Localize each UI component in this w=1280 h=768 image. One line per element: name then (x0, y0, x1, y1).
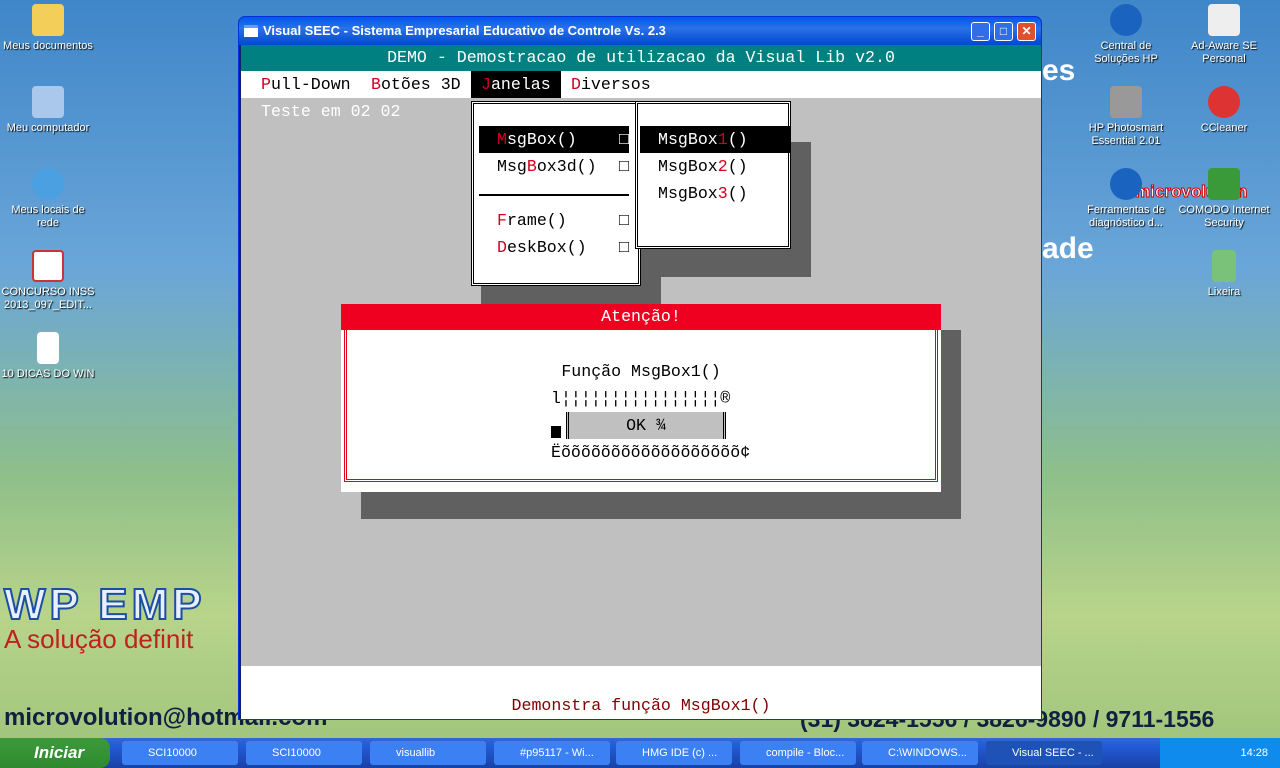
menu-item-msgbox[interactable]: MsgBox() □ (479, 126, 629, 153)
icon-label: 10 DICAS DO WIN (1, 368, 95, 380)
header-banner: DEMO - Demostracao de utilizacao da Visu… (241, 45, 1041, 71)
menu-item-deskbox[interactable]: DeskBox() □ (479, 234, 629, 261)
button-deco: ¾ (655, 416, 666, 435)
taskbar-item[interactable]: visuallib (370, 741, 486, 765)
wallpaper-text: A solução definit (4, 624, 194, 654)
desktop-icon-recycle-bin[interactable]: Lixeira (1176, 250, 1272, 299)
ok-label: OK (626, 416, 646, 435)
desktop-icon-photosmart[interactable]: HP Photosmart Essential 2.01 (1078, 86, 1174, 148)
msgbox-submenu: MsgBox1() MsgBox2() MsgBox3() (635, 101, 791, 249)
close-button[interactable]: ✕ (1017, 22, 1036, 41)
folder-icon (32, 4, 64, 36)
desktop-icon-hp-diagnostics[interactable]: Ferramentas de diagnóstico d... (1078, 168, 1174, 230)
menu-separator (479, 194, 629, 196)
desktop-icon-ccleaner[interactable]: CCleaner (1176, 86, 1272, 135)
icon-label: CCleaner (1200, 122, 1248, 134)
icon-label: Ad-Aware SE Personal (1191, 40, 1257, 65)
icon-label: Lixeira (1207, 286, 1241, 298)
taskbar-item[interactable]: SCI10000 (122, 741, 238, 765)
title-bar[interactable]: Visual SEEC - Sistema Empresarial Educat… (239, 17, 1041, 45)
subtitle: Teste em 02 02 (261, 102, 401, 121)
icon-label: Ferramentas de diagnóstico d... (1087, 204, 1165, 229)
menu-pull-down[interactable]: Pull-Down (261, 71, 351, 98)
taskbar: Iniciar SCI10000 SCI10000 visuallib #p95… (0, 738, 1280, 768)
ccleaner-icon (1208, 86, 1240, 118)
clock: 14:28 (1240, 747, 1268, 759)
menu-botoes-3d[interactable]: Botões 3D (371, 71, 461, 98)
button-top-border: l¦¦¦¦¦¦¦¦¦¦¦¦¦¦¦¦® (551, 389, 731, 408)
shield-icon (1208, 168, 1240, 200)
wallpaper-text: WP EMP (3, 579, 206, 630)
icon-label: HP Photosmart Essential 2.01 (1088, 122, 1164, 147)
menu-item-msgbox2[interactable]: MsgBox2() (640, 153, 790, 180)
ok-button[interactable]: OK ¾ (566, 412, 726, 439)
network-icon (32, 168, 64, 200)
app-window: Visual SEEC - Sistema Empresarial Educat… (238, 16, 1042, 720)
hp-icon (1110, 168, 1142, 200)
system-tray: 14:28 (1160, 738, 1280, 768)
start-button[interactable]: Iniciar (0, 738, 110, 768)
window-title: Visual SEEC - Sistema Empresarial Educat… (263, 23, 666, 38)
computer-icon (32, 86, 64, 118)
menu-janelas[interactable]: Janelas (471, 71, 561, 98)
adaware-icon (1208, 4, 1240, 36)
console-area: DEMO - Demostracao de utilizacao da Visu… (241, 45, 1041, 719)
menu-item-msgbox1[interactable]: MsgBox1() (640, 126, 790, 153)
pdf-icon (32, 250, 64, 282)
icon-label: Meus documentos (3, 40, 93, 52)
wallpaper-text: es (1042, 54, 1076, 87)
wallpaper-text: ade (1042, 232, 1094, 265)
minimize-button[interactable]: _ (971, 22, 990, 41)
desktop-icon-comodo[interactable]: COMODO Internet Security (1176, 168, 1272, 230)
janelas-menu: MsgBox() □ MsgBox3d() □ Frame() □ DeskBox()… (471, 101, 641, 286)
menu-item-msgbox3[interactable]: MsgBox3() (640, 180, 790, 207)
maximize-button[interactable]: □ (994, 22, 1013, 41)
desktop-icon-adaware[interactable]: Ad-Aware SE Personal (1176, 4, 1272, 66)
button-shadow (551, 426, 561, 438)
camera-icon (1110, 86, 1142, 118)
desktop-icon-network[interactable]: Meus locais de rede (0, 168, 96, 230)
taskbar-item[interactable]: HMG IDE (c) ... (616, 741, 732, 765)
desktop-icon-my-documents[interactable]: Meus documentos (0, 4, 96, 53)
recycle-bin-icon (1212, 250, 1236, 282)
taskbar-item-active[interactable]: Visual SEEC - ... (986, 741, 1102, 765)
desktop-icon-hp-center[interactable]: Central de Soluções HP (1078, 4, 1174, 66)
icon-label: COMODO Internet Security (1178, 204, 1270, 229)
icon-label: Meus locais de rede (11, 204, 85, 229)
desktop-icon-text[interactable]: 10 DICAS DO WIN (0, 332, 96, 381)
app-icon (244, 25, 258, 37)
menu-item-frame[interactable]: Frame() □ (479, 207, 629, 234)
taskbar-item[interactable]: SCI10000 (246, 741, 362, 765)
menu-bar: Pull-Down Botões 3D Janelas Diversos (241, 71, 1041, 98)
menu-item-msgbox3d[interactable]: MsgBox3d() □ (479, 153, 629, 180)
icon-label: CONCURSO INSS 2013_097_EDIT... (1, 286, 95, 311)
text-file-icon (37, 332, 59, 364)
desktop-icon-pdf[interactable]: CONCURSO INSS 2013_097_EDIT... (0, 250, 96, 312)
taskbar-item[interactable]: compile - Bloc... (740, 741, 856, 765)
status-bar: Demonstra função MsgBox1() (241, 666, 1041, 719)
button-bottom-border: Ëõõõõõõõõõõõõõõõõõõ¢ (551, 443, 751, 462)
dialog-title: Atenção! (341, 304, 941, 330)
dialog-message: Função MsgBox1() (561, 362, 721, 381)
menu-diversos[interactable]: Diversos (571, 71, 651, 98)
taskbar-item[interactable]: C:\WINDOWS... (862, 741, 978, 765)
hp-icon (1110, 4, 1142, 36)
desktop-icon-my-computer[interactable]: Meu computador (0, 86, 96, 135)
icon-label: Meu computador (6, 122, 90, 134)
icon-label: Central de Soluções HP (1094, 40, 1158, 65)
msgbox-dialog: Atenção! Função MsgBox1() l¦¦¦¦¦¦¦¦¦¦¦¦¦… (341, 304, 941, 492)
taskbar-item[interactable]: #p95117 - Wi... (494, 741, 610, 765)
